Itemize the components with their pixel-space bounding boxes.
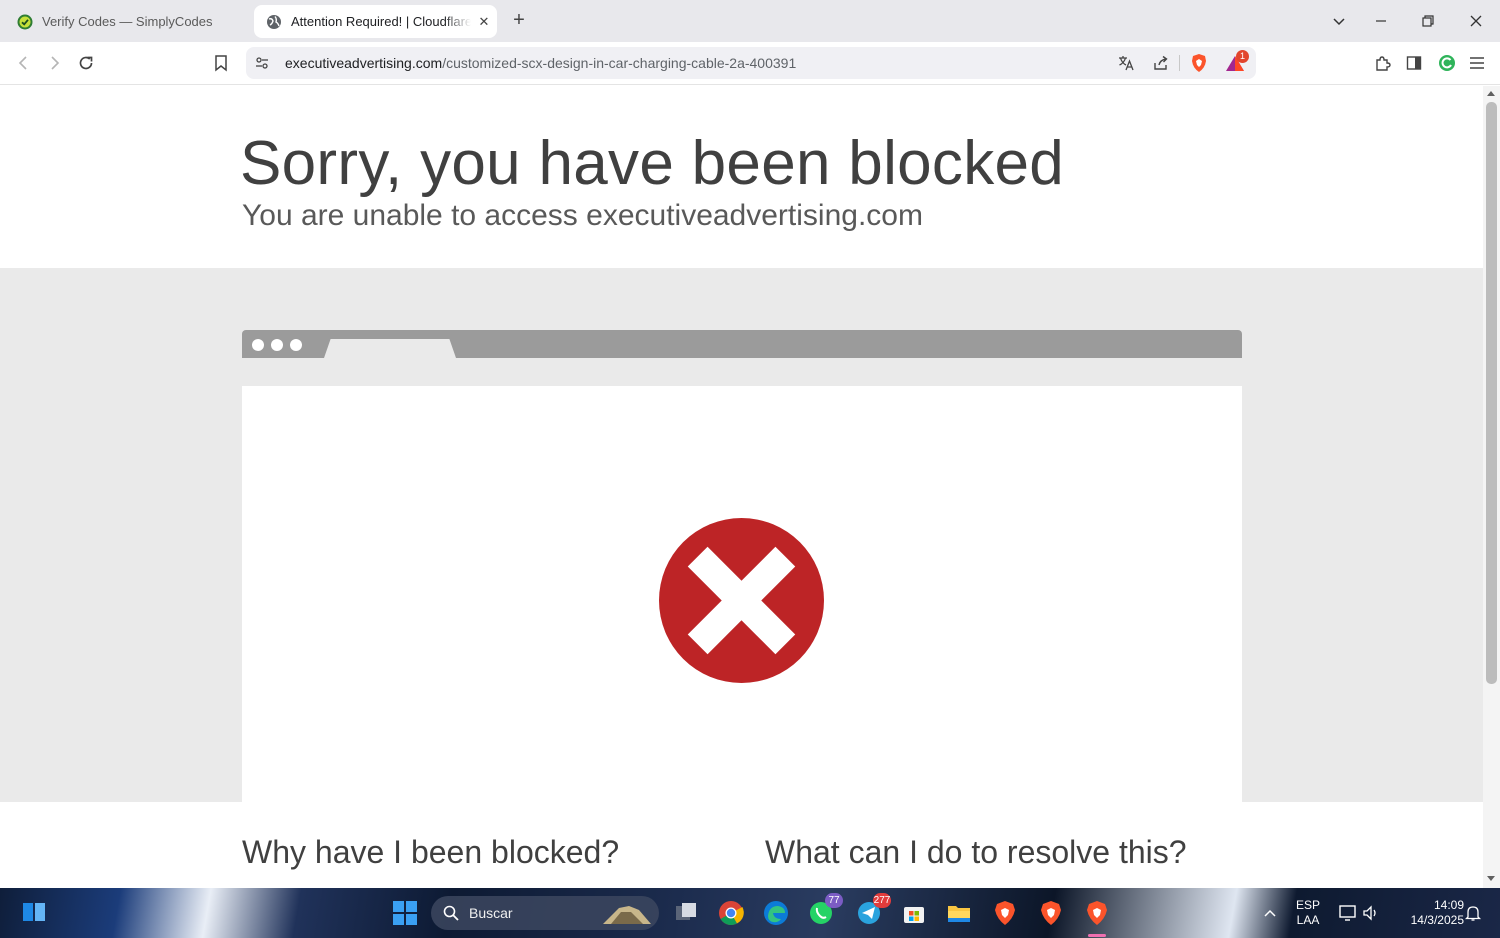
forward-icon[interactable] — [43, 52, 65, 74]
brave-active-window-icon[interactable] — [1083, 899, 1111, 927]
task-view-icon[interactable] — [672, 899, 700, 927]
url-text[interactable]: executiveadvertising.com/customized-scx-… — [285, 55, 796, 71]
page-title: Sorry, you have been blocked — [240, 129, 1065, 198]
language-code: ESP — [1295, 898, 1320, 912]
file-explorer-icon[interactable] — [945, 899, 973, 927]
extensions-icon[interactable] — [1372, 52, 1394, 74]
block-header: Sorry, you have been blocked You are una… — [0, 86, 1483, 268]
tab-strip: Verify Codes — SimplyCodes Attention Req… — [0, 0, 1500, 42]
rewards-badge: 1 — [1236, 50, 1249, 63]
close-window-icon[interactable] — [1463, 8, 1489, 34]
tab-simplycodes[interactable]: Verify Codes — SimplyCodes — [8, 5, 246, 38]
browser-illustration-bar — [242, 330, 1242, 358]
site-settings-icon[interactable] — [252, 53, 272, 73]
brave-profile-icon[interactable] — [1037, 899, 1065, 927]
whatsapp-icon[interactable]: 77 — [807, 893, 843, 927]
scroll-up-arrow-icon[interactable] — [1487, 91, 1495, 96]
why-blocked-heading: Why have I been blocked? — [242, 834, 620, 870]
blocked-error-icon — [659, 518, 824, 683]
clock-time: 14:09 — [1433, 898, 1464, 912]
scrollbar-thumb[interactable] — [1486, 102, 1497, 684]
bookmark-icon[interactable] — [210, 52, 232, 74]
keyboard-layout: LAA — [1296, 913, 1320, 927]
browser-illustration-window — [242, 386, 1242, 802]
resolve-heading: What can I do to resolve this? — [765, 834, 1187, 870]
tab-cloudflare[interactable]: Attention Required! | Cloudflare ✕ — [254, 5, 497, 38]
notifications-bell-icon[interactable] — [1459, 899, 1487, 927]
window-dot — [271, 339, 283, 351]
brave-shields-icon[interactable] — [1189, 53, 1209, 73]
tab-title: Verify Codes — SimplyCodes — [42, 14, 213, 29]
restore-icon[interactable] — [1415, 8, 1441, 34]
window-dot — [252, 339, 264, 351]
microsoft-store-icon[interactable] — [900, 899, 928, 927]
telegram-icon[interactable]: 277 — [855, 893, 891, 927]
edge-icon[interactable] — [762, 899, 790, 927]
window-dot — [290, 339, 302, 351]
translate-icon[interactable] — [1116, 53, 1136, 73]
close-tab-icon[interactable]: ✕ — [471, 14, 497, 30]
share-icon[interactable] — [1151, 53, 1171, 73]
address-bar[interactable]: executiveadvertising.com/customized-scx-… — [246, 47, 1256, 79]
search-placeholder: Buscar — [469, 905, 513, 921]
chrome-icon[interactable] — [717, 899, 745, 927]
sidebar-toggle-icon[interactable] — [1403, 52, 1425, 74]
clock-date: 14/3/2025 — [1410, 913, 1464, 927]
globe-icon — [267, 14, 281, 29]
illustration-tab — [324, 339, 456, 358]
taskbar-search[interactable]: Buscar — [431, 896, 659, 930]
show-hidden-icons-chevron-icon[interactable] — [1256, 899, 1284, 927]
tab-search-chevron-icon[interactable] — [1326, 8, 1352, 34]
simplycodes-icon — [17, 14, 33, 29]
telegram-badge: 277 — [873, 893, 891, 908]
brave-rewards-icon[interactable]: 1 — [1225, 50, 1249, 73]
url-domain: executiveadvertising.com — [285, 55, 443, 71]
minimize-icon[interactable] — [1368, 8, 1394, 34]
start-windows-icon[interactable] — [391, 899, 419, 927]
widgets-icon[interactable] — [20, 898, 48, 926]
search-highlight-image — [603, 906, 651, 924]
back-icon[interactable] — [13, 52, 35, 74]
language-indicator[interactable]: ESP LAA — [1292, 898, 1324, 928]
page-subtitle: You are unable to access executiveadvert… — [242, 199, 923, 232]
windows-taskbar: Buscar 77 277 ESP LAA 14:09 14/3/2025 — [0, 888, 1500, 938]
browser-toolbar: executiveadvertising.com/customized-scx-… — [0, 42, 1500, 85]
url-path: /customized-scx-design-in-car-charging-c… — [442, 55, 797, 71]
menu-icon[interactable] — [1466, 52, 1488, 74]
omnibox-divider — [1179, 55, 1180, 71]
search-icon — [443, 905, 459, 921]
volume-icon[interactable] — [1357, 899, 1385, 927]
tab-title: Attention Required! | Cloudflare — [291, 14, 471, 29]
active-app-indicator — [1088, 934, 1106, 937]
illustration-band — [0, 268, 1483, 802]
simplycodes-extension-icon[interactable] — [1436, 52, 1458, 74]
whatsapp-badge: 77 — [825, 893, 843, 908]
brave-taskbar-icon[interactable] — [991, 899, 1019, 927]
clock[interactable]: 14:09 14/3/2025 — [1388, 898, 1464, 928]
scroll-down-arrow-icon[interactable] — [1487, 876, 1495, 881]
reload-icon[interactable] — [75, 52, 97, 74]
page-content: Sorry, you have been blocked You are una… — [0, 86, 1483, 888]
page-scrollbar[interactable] — [1483, 86, 1500, 888]
new-tab-button[interactable]: + — [508, 9, 530, 31]
